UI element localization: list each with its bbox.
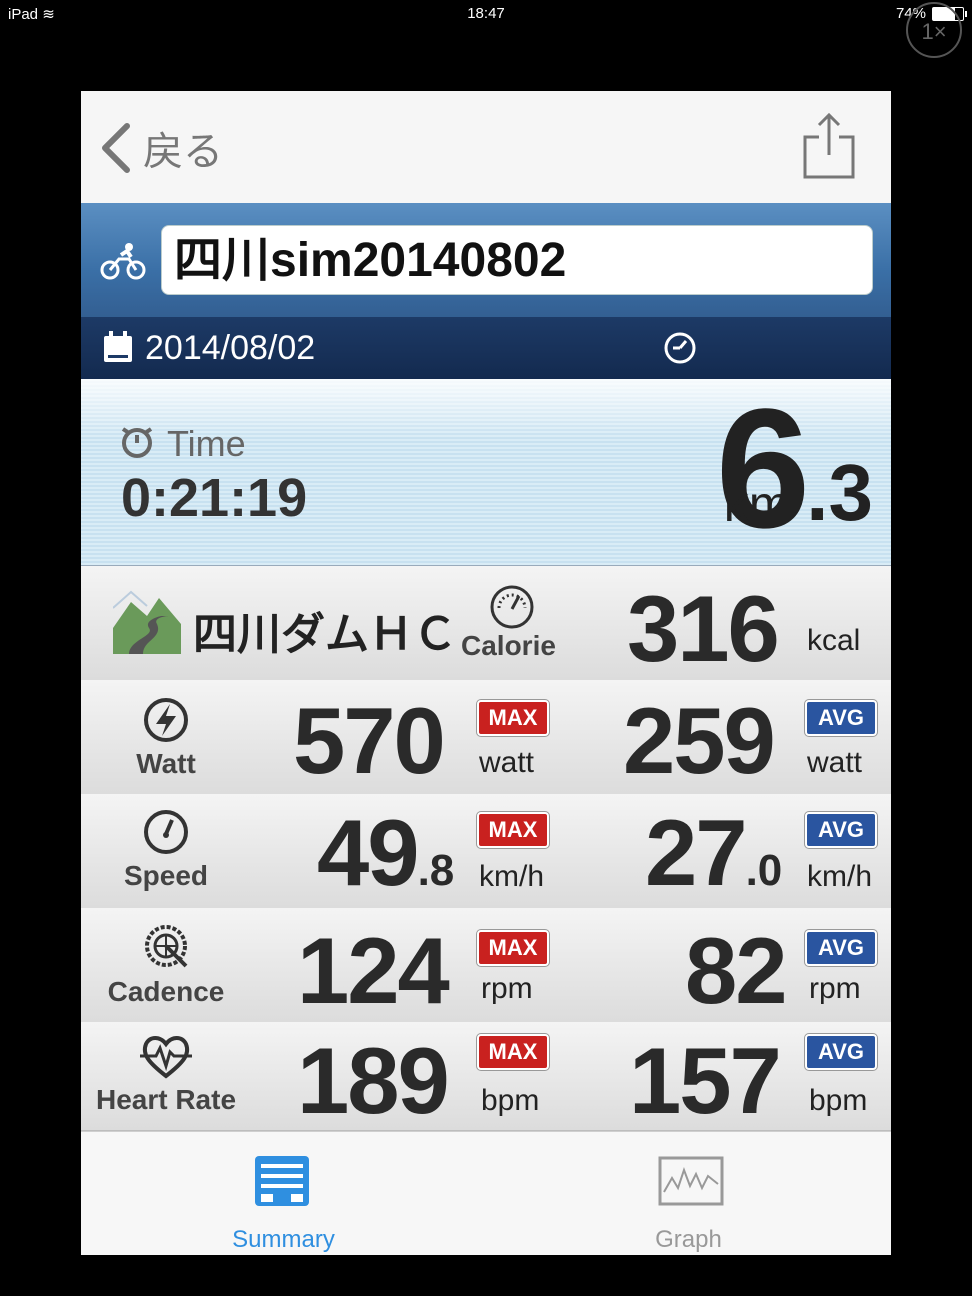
metric-row-watt: Watt 570 MAX watt 259 AVG watt bbox=[81, 680, 891, 795]
heart-pulse-icon bbox=[140, 1036, 192, 1079]
status-bar: iPad ≋ 18:47 74% bbox=[0, 0, 972, 28]
activity-title-bar: 四川sim20140802 bbox=[81, 203, 891, 317]
metric-label-heart-rate: Heart Rate bbox=[95, 1084, 237, 1115]
speed-max-dec: .8 bbox=[417, 846, 455, 895]
cadence-avg-value: 82 bbox=[685, 924, 788, 1036]
timer-icon bbox=[121, 427, 153, 458]
course-calorie-row: 四川ダムＨＣ Calorie 316 kcal bbox=[81, 566, 891, 681]
metric-label-watt: Watt bbox=[136, 748, 196, 779]
speedometer-icon bbox=[144, 810, 188, 854]
watt-max-int: 570 bbox=[293, 688, 446, 793]
speed-avg-int: 27 bbox=[645, 800, 748, 905]
heart-rate-max-int: 189 bbox=[297, 1028, 450, 1133]
calendar-icon bbox=[104, 331, 132, 362]
distance-unit: km bbox=[723, 476, 791, 532]
nav-bar: 戻る bbox=[81, 91, 891, 204]
activity-date: 2014/08/02 bbox=[145, 329, 316, 367]
max-badge: MAX bbox=[477, 700, 549, 736]
max-badge: MAX bbox=[477, 930, 549, 966]
tab-bar: Summary Graph bbox=[81, 1131, 891, 1255]
watt-avg-unit: watt bbox=[807, 746, 863, 779]
speed-avg-unit: km/h bbox=[807, 860, 873, 893]
watt-avg-int: 259 bbox=[623, 688, 776, 793]
watt-max-unit: watt bbox=[479, 746, 535, 779]
speed-avg-dec: .0 bbox=[745, 846, 783, 895]
speed-max-int: 49 bbox=[317, 800, 420, 905]
calorie-value: 316 bbox=[627, 576, 780, 681]
tab-graph-label: Graph bbox=[655, 1226, 722, 1253]
lightning-icon bbox=[144, 698, 188, 742]
avg-badge: AVG bbox=[805, 700, 877, 736]
tab-summary[interactable]: Summary bbox=[81, 1132, 486, 1255]
elapsed-time: 0:21:19 bbox=[121, 468, 308, 528]
chevron-left-icon bbox=[102, 123, 130, 173]
bicycle-icon bbox=[100, 243, 146, 280]
status-time: 18:47 bbox=[467, 5, 505, 22]
share-icon[interactable] bbox=[801, 111, 857, 181]
cadence-max-unit: rpm bbox=[481, 972, 533, 1005]
metric-row-heart-rate: Heart Rate 189 MAX bpm 157 AVG bpm bbox=[81, 1022, 891, 1131]
avg-badge: AVG bbox=[805, 812, 877, 848]
avg-badge: AVG bbox=[805, 1034, 877, 1070]
course-name: 四川ダムＨＣ bbox=[193, 610, 457, 659]
cadence-max-int: 124 bbox=[297, 918, 450, 1023]
heart-rate-avg-int: 157 bbox=[629, 1028, 782, 1133]
metric-label-speed: Speed bbox=[123, 860, 209, 891]
road-landscape-icon bbox=[113, 590, 181, 654]
metric-row-speed: Speed 49.8 MAX km/h 27.0 AVG km/h bbox=[81, 794, 891, 909]
heart-rate-max-unit: bpm bbox=[481, 1084, 540, 1117]
heart-rate-max-value: 189 bbox=[297, 1034, 450, 1146]
heart-rate-avg-unit: bpm bbox=[809, 1084, 868, 1117]
tab-graph[interactable]: Graph bbox=[486, 1132, 891, 1255]
cadence-max-value: 124 bbox=[297, 924, 450, 1036]
distance-display: 6 .3 km bbox=[716, 384, 873, 554]
tab-summary-label: Summary bbox=[232, 1226, 335, 1253]
speed-avg-value: 27.0 bbox=[645, 806, 782, 918]
summary-icon bbox=[255, 1156, 309, 1206]
calorie-label: Calorie bbox=[461, 630, 556, 661]
chainring-icon bbox=[145, 925, 188, 968]
zoom-toggle-button[interactable]: 1× bbox=[906, 2, 962, 58]
summary-panel: Time 0:21:19 6 .3 km bbox=[81, 379, 891, 566]
metric-label-cadence: Cadence bbox=[107, 976, 225, 1007]
avg-badge: AVG bbox=[805, 930, 877, 966]
stopwatch-icon bbox=[664, 332, 696, 364]
back-button[interactable]: 戻る bbox=[99, 121, 223, 175]
watt-max-value: 570 bbox=[293, 694, 446, 806]
max-badge: MAX bbox=[477, 1034, 549, 1070]
activity-title-input[interactable]: 四川sim20140802 bbox=[161, 225, 873, 295]
app-window: 戻る 四川sim20140802 2014/08/02 Time 0:21:19… bbox=[81, 91, 891, 1255]
speed-max-unit: km/h bbox=[479, 860, 545, 893]
watt-avg-value: 259 bbox=[623, 694, 776, 806]
graph-icon bbox=[658, 1156, 724, 1206]
time-label: Time bbox=[167, 423, 246, 464]
date-bar: 2014/08/02 bbox=[81, 317, 891, 379]
cadence-avg-unit: rpm bbox=[809, 972, 861, 1005]
speed-max-value: 49.8 bbox=[317, 806, 454, 918]
max-badge: MAX bbox=[477, 812, 549, 848]
distance-decimal: .3 bbox=[806, 448, 873, 537]
calorie-unit: kcal bbox=[807, 624, 861, 657]
back-label: 戻る bbox=[143, 130, 223, 174]
cadence-avg-int: 82 bbox=[685, 918, 788, 1023]
heart-rate-avg-value: 157 bbox=[629, 1034, 782, 1146]
metric-row-cadence: Cadence 124 MAX rpm 82 AVG rpm bbox=[81, 908, 891, 1023]
gauge-icon bbox=[490, 585, 534, 629]
